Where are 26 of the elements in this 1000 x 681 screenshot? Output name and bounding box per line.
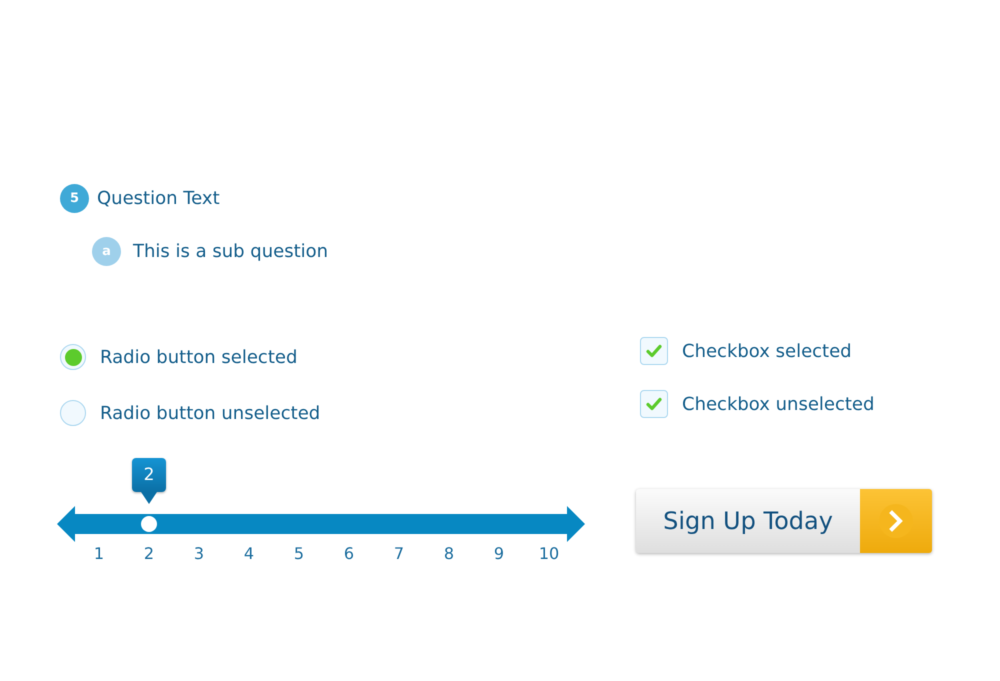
check-icon — [646, 397, 662, 411]
radio-label: Radio button unselected — [100, 402, 320, 424]
tick-label: 1 — [92, 544, 106, 563]
sub-question-text: This is a sub question — [133, 240, 328, 262]
radio-button[interactable] — [60, 344, 86, 370]
tick-label: 3 — [192, 544, 206, 563]
check-icon — [646, 344, 662, 358]
tick-label: 2 — [142, 544, 156, 563]
question-number: 5 — [60, 184, 89, 212]
chevron-right-icon — [879, 504, 913, 538]
tick-label: 9 — [492, 544, 506, 563]
checkbox[interactable] — [640, 390, 668, 418]
checkbox-label: Checkbox unselected — [682, 394, 874, 414]
sign-up-button[interactable]: Sign Up Today — [636, 489, 932, 553]
tick-label: 5 — [292, 544, 306, 563]
sub-question-letter: a — [92, 236, 121, 266]
tick-label: 8 — [442, 544, 456, 563]
tick-label: 10 — [538, 544, 560, 563]
checkbox[interactable] — [640, 337, 668, 365]
radio-button[interactable] — [60, 400, 86, 426]
tick-label: 6 — [342, 544, 356, 563]
checkbox-label: Checkbox selected — [682, 340, 852, 362]
question-text: Question Text — [97, 188, 220, 208]
tick-label: 4 — [242, 544, 256, 563]
radio-label: Radio button selected — [100, 346, 298, 368]
tick-label: 7 — [392, 544, 406, 563]
